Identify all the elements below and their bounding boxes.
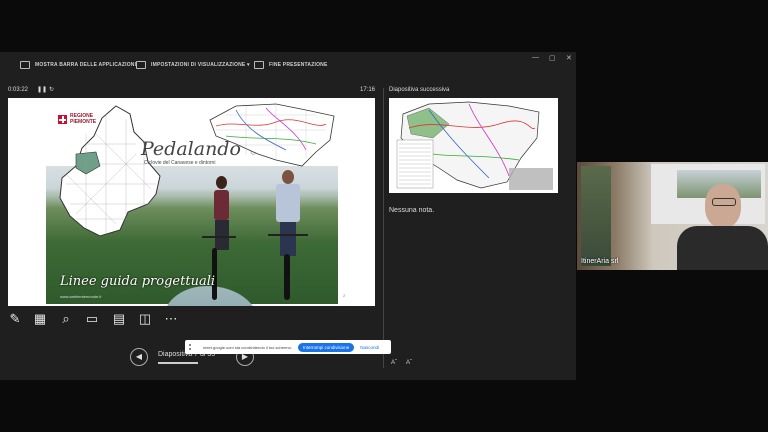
slide-url: www.ambientemonde.it: [60, 294, 102, 299]
screen-share-bar: meet.google.com sta condividendo il tuo …: [185, 340, 391, 354]
end-show-icon: [254, 61, 264, 69]
next-slide-label: Diapositiva successiva: [389, 87, 450, 93]
pause-icon[interactable]: ❚❚: [37, 86, 47, 93]
monitor-icon: [136, 61, 146, 69]
zoom-icon[interactable]: ⌕: [59, 312, 73, 326]
slide-progress: [158, 362, 198, 364]
slide-footer-title: Linee guida progettuali: [60, 274, 216, 289]
end-show-label: FINE PRESENTAZIONE: [269, 62, 328, 68]
show-taskbar-button[interactable]: MOSTRA BARRA DELLE APPLICAZIONI: [20, 61, 136, 69]
share-message: meet.google.com sta condividendo il tuo …: [203, 344, 292, 350]
display-settings-button[interactable]: IMPOSTAZIONI DI VISUALIZZAZIONE ▾: [136, 61, 250, 69]
slide-subtitle: Ciclovie del Canavese e dintorni: [144, 160, 216, 166]
piemonte-map: [59, 105, 161, 237]
display-settings-label: IMPOSTAZIONI DI VISUALIZZAZIONE ▾: [151, 62, 250, 68]
maximize-icon[interactable]: ▢: [549, 54, 556, 62]
routes-map: [209, 103, 335, 167]
camera-icon[interactable]: ◫: [138, 312, 152, 326]
clock-time: 17:16: [360, 87, 376, 93]
previous-slide-button[interactable]: ◀: [130, 348, 148, 366]
minimize-icon[interactable]: —: [532, 54, 539, 61]
taskbar-icon: [20, 61, 30, 69]
participant-video: ItinerAria srl: [577, 162, 768, 270]
cyclist-man: [268, 170, 308, 301]
end-show-button[interactable]: FINE PRESENTAZIONE: [254, 61, 328, 69]
subtitles-icon[interactable]: ▤: [112, 312, 126, 326]
more-options-icon[interactable]: ⋯: [164, 312, 178, 326]
decrease-font-icon[interactable]: Aˇ: [391, 360, 397, 366]
next-slide-map: [389, 98, 558, 193]
slide-page-number: 2: [343, 293, 346, 298]
screen-icon[interactable]: ▭: [85, 312, 99, 326]
glasses-icon: [712, 198, 736, 206]
show-taskbar-label: MOSTRA BARRA DELLE APPLICAZIONI: [35, 62, 137, 68]
notes-text: Nessuna nota.: [389, 207, 435, 214]
participant-name: ItinerAria srl: [581, 258, 619, 265]
hide-button[interactable]: Nascondi: [360, 345, 379, 350]
participant-face: [705, 184, 741, 228]
current-slide[interactable]: REGIONE PIEMONTE Linee guida progettuali…: [8, 98, 375, 306]
drag-handle-icon[interactable]: [189, 344, 199, 350]
elapsed-timer: 0:03:22: [8, 87, 29, 93]
stop-sharing-button[interactable]: Interrompi condivisione: [297, 342, 355, 352]
restart-icon[interactable]: ↻: [49, 86, 54, 93]
close-icon[interactable]: ✕: [566, 54, 572, 62]
increase-font-icon[interactable]: Aˆ: [406, 360, 412, 366]
pen-icon[interactable]: ✎: [8, 312, 22, 326]
panel-divider[interactable]: [383, 88, 384, 368]
next-slide-preview[interactable]: [389, 98, 558, 193]
grid-view-icon[interactable]: ▦: [33, 312, 47, 326]
